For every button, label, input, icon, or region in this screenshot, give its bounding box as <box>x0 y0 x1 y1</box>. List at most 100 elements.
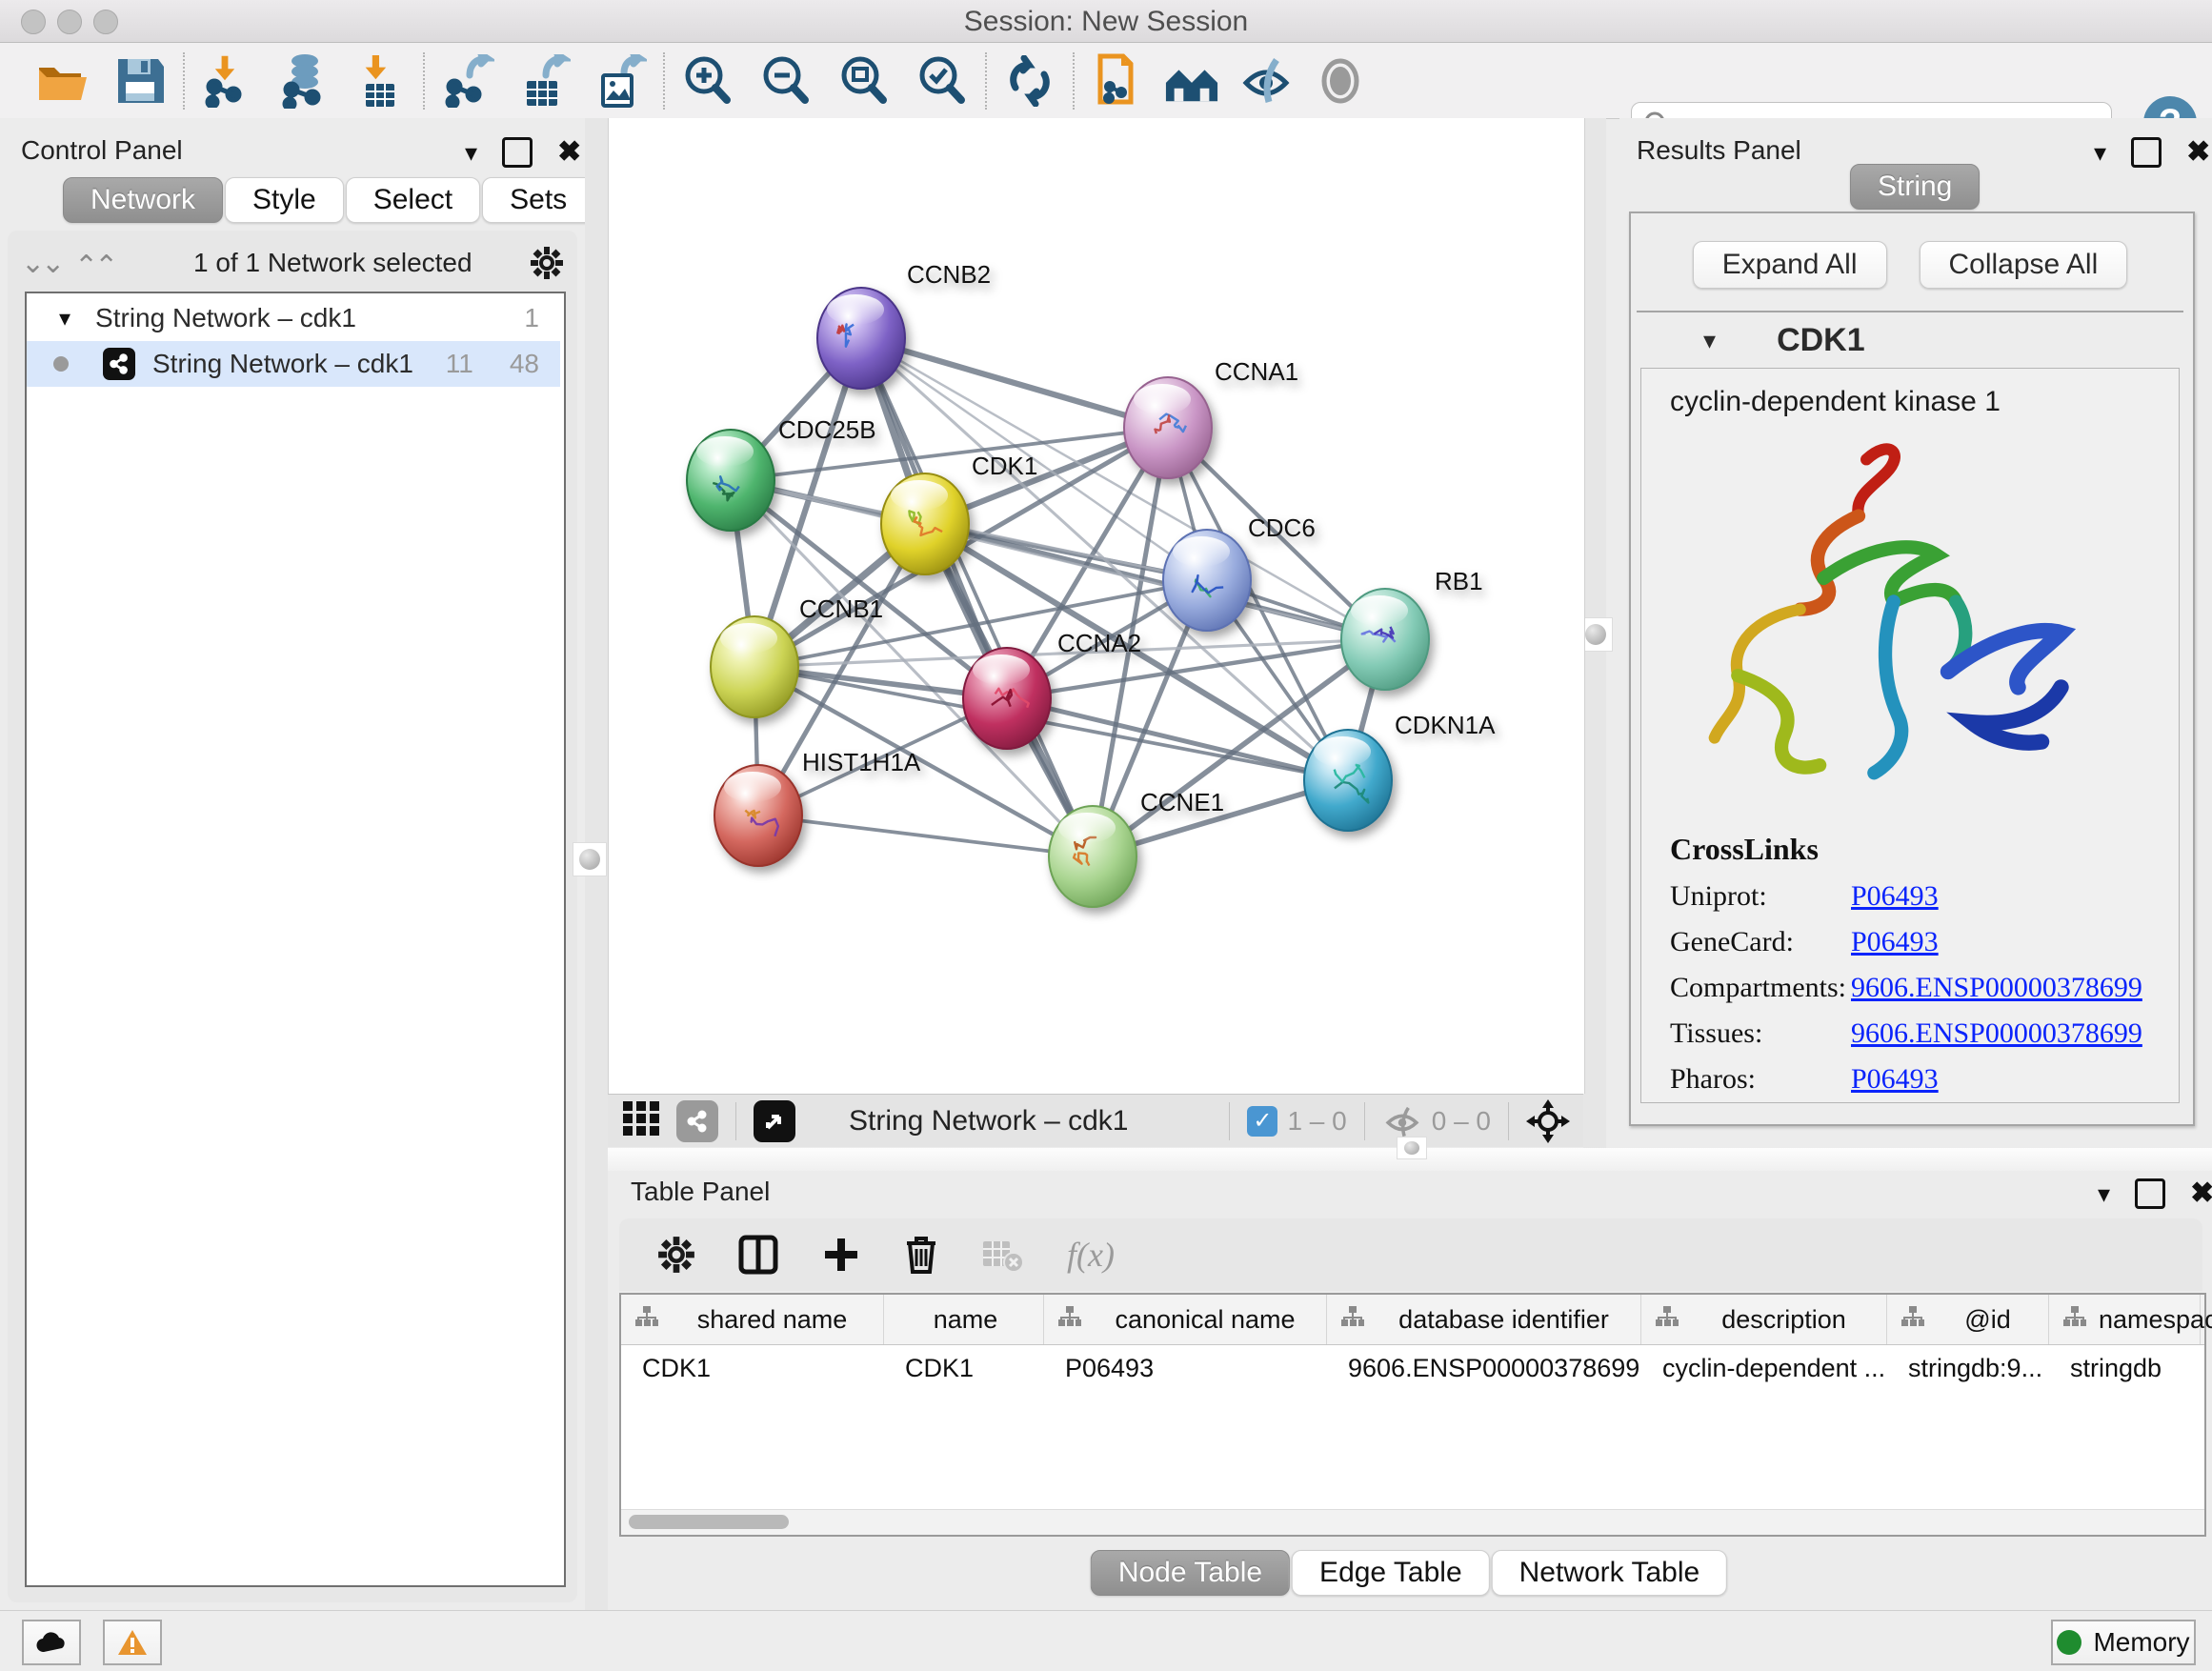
crosslink-row: Uniprot:P06493 <box>1670 880 2142 913</box>
table-cell: P06493 <box>1044 1345 1327 1391</box>
network-canvas[interactable]: CCNB2CCNA1CDC25BCDK1CDC6RB1CCNB1CCNA2HIS… <box>608 118 1585 1094</box>
table-cell: stringdb:9... <box>1887 1345 2049 1391</box>
tab-style[interactable]: Style <box>225 177 344 223</box>
gene-caret-icon[interactable]: ▾ <box>1703 326 1716 355</box>
column-header[interactable]: shared name <box>621 1295 884 1344</box>
zoom-in-icon[interactable] <box>680 53 735 109</box>
float-panel-icon[interactable] <box>2131 137 2162 168</box>
close-panel-icon[interactable]: ✖ <box>557 140 581 165</box>
import-table-file-icon[interactable] <box>352 53 408 109</box>
open-in-new-icon[interactable] <box>754 1100 795 1142</box>
table-options-gear-icon[interactable] <box>657 1236 695 1274</box>
table-row[interactable]: CDK1CDK1P064939606.ENSP00000378699cyclin… <box>621 1345 2204 1391</box>
column-header[interactable]: database identifier <box>1327 1295 1641 1344</box>
network-edge[interactable] <box>861 338 1093 856</box>
tab-select[interactable]: Select <box>346 177 480 223</box>
network-edge[interactable] <box>758 815 1093 856</box>
namespace-tree-icon <box>634 1305 659 1335</box>
pan-crosshair-icon[interactable] <box>1526 1099 1570 1143</box>
table-cell: CDK1 <box>884 1345 1044 1391</box>
delete-column-icon[interactable] <box>903 1234 939 1276</box>
graphics-details-icon[interactable] <box>1313 53 1368 109</box>
export-image-icon[interactable] <box>593 53 648 109</box>
tab-edge-table[interactable]: Edge Table <box>1292 1550 1490 1596</box>
table-horizontal-scrollbar[interactable] <box>621 1509 2204 1535</box>
column-header[interactable]: description <box>1641 1295 1887 1344</box>
save-session-icon[interactable] <box>112 53 168 109</box>
first-neighbors-icon[interactable] <box>1164 53 1219 109</box>
selected-checkbox-icon[interactable]: ✓ <box>1247 1106 1277 1137</box>
import-network-file-icon[interactable] <box>200 53 255 109</box>
column-header[interactable]: name <box>884 1295 1044 1344</box>
crosslink-link[interactable]: P06493 <box>1851 926 1939 958</box>
tab-network-table[interactable]: Network Table <box>1492 1550 1728 1596</box>
crosslink-link[interactable]: 9606.ENSP00000378699 <box>1851 972 2142 1004</box>
table-tabs: Node Table Edge Table Network Table <box>1091 1550 1729 1596</box>
hide-selected-icon[interactable] <box>1238 53 1294 109</box>
zoom-selected-icon[interactable] <box>915 53 970 109</box>
tab-string-results[interactable]: String <box>1850 164 1980 210</box>
show-columns-icon[interactable] <box>737 1234 779 1276</box>
table-splitter-grip[interactable] <box>1397 1137 1427 1159</box>
memory-status-dot-icon <box>2057 1630 2081 1655</box>
open-session-icon[interactable] <box>34 53 90 109</box>
zoom-fit-icon[interactable] <box>836 53 892 109</box>
close-panel-icon[interactable]: ✖ <box>2190 1181 2212 1206</box>
network-node-ccne1[interactable]: CCNE1 <box>1049 788 1224 907</box>
network-node-hist1h1a[interactable]: HIST1H1A <box>714 748 921 866</box>
network-node-cdkn1a[interactable]: CDKN1A <box>1304 711 1496 831</box>
network-row[interactable]: String Network – cdk1 11 48 <box>27 341 560 387</box>
network-collection-row[interactable]: ▾ String Network – cdk1 1 <box>27 295 560 341</box>
function-builder-icon[interactable]: f(x) <box>1067 1235 1115 1275</box>
warnings-button[interactable] <box>103 1620 162 1665</box>
network-node-rb1[interactable]: RB1 <box>1341 567 1483 690</box>
hidden-counts: 0 – 0 <box>1432 1106 1491 1137</box>
crosslink-label: Pharos: <box>1670 1063 1851 1096</box>
network-node-ccnb1[interactable]: CCNB1 <box>711 594 883 717</box>
network-node-cdc6[interactable]: CDC6 <box>1163 513 1316 631</box>
column-header[interactable]: namespace <box>2049 1295 2201 1344</box>
collapse-all-button[interactable]: Collapse All <box>1920 241 2128 289</box>
panel-menu-icon[interactable]: ▾ <box>2098 1179 2110 1209</box>
zoom-out-icon[interactable] <box>758 53 814 109</box>
panel-menu-icon[interactable]: ▾ <box>2094 138 2106 168</box>
crosslink-link[interactable]: 9606.ENSP00000378699 <box>1851 1017 2142 1050</box>
network-edge[interactable] <box>861 338 1168 428</box>
export-network-icon[interactable] <box>440 53 495 109</box>
create-column-icon[interactable] <box>821 1235 861 1275</box>
memory-button[interactable]: Memory <box>2051 1620 2196 1665</box>
gene-detail-box: cyclin-dependent kinase 1 <box>1640 368 2180 1103</box>
float-panel-icon[interactable] <box>2135 1178 2165 1209</box>
left-splitter-grip[interactable] <box>573 842 607 876</box>
column-header-label: name <box>897 1305 1043 1335</box>
collapse-all-icon[interactable]: ⌄⌄ <box>21 247 61 280</box>
tab-network[interactable]: Network <box>63 177 223 223</box>
clone-network-icon[interactable] <box>1090 53 1145 109</box>
float-panel-icon[interactable] <box>502 137 533 168</box>
scrollbar-thumb[interactable] <box>629 1515 789 1529</box>
tab-node-table[interactable]: Node Table <box>1091 1550 1290 1596</box>
crosslinks-heading: CrossLinks <box>1670 832 2142 867</box>
tab-sets[interactable]: Sets <box>482 177 594 223</box>
delete-table-icon[interactable] <box>981 1236 1025 1274</box>
column-header[interactable]: canonical name <box>1044 1295 1327 1344</box>
cloud-status-button[interactable] <box>22 1620 81 1665</box>
string-view-icon[interactable] <box>676 1100 718 1142</box>
birdseye-grid-icon[interactable] <box>621 1097 663 1144</box>
crosslink-link[interactable]: P06493 <box>1851 1063 1939 1096</box>
network-options-gear-icon[interactable] <box>530 246 564 280</box>
collection-caret-icon[interactable]: ▾ <box>59 305 70 332</box>
network-node-ccna1[interactable]: CCNA1 <box>1124 357 1298 478</box>
string-network-graph[interactable]: CCNB2CCNA1CDC25BCDK1CDC6RB1CCNB1CCNA2HIS… <box>609 118 1584 1094</box>
apply-layout-icon[interactable] <box>1002 53 1057 109</box>
network-view-toolbar: String Network – cdk1 ✓ 1 – 0 0 – 0 <box>608 1094 1583 1147</box>
close-panel-icon[interactable]: ✖ <box>2186 140 2210 165</box>
crosslink-link[interactable]: P06493 <box>1851 880 1939 913</box>
expand-all-button[interactable]: Expand All <box>1693 241 1887 289</box>
column-header[interactable]: @id <box>1887 1295 2049 1344</box>
expand-all-icon[interactable]: ⌄⌄ <box>78 247 118 280</box>
import-network-database-icon[interactable] <box>276 53 332 109</box>
export-table-icon[interactable] <box>516 53 572 109</box>
gene-section-header[interactable]: ▾ CDK1 <box>1637 312 2183 368</box>
panel-menu-icon[interactable]: ▾ <box>465 138 477 168</box>
